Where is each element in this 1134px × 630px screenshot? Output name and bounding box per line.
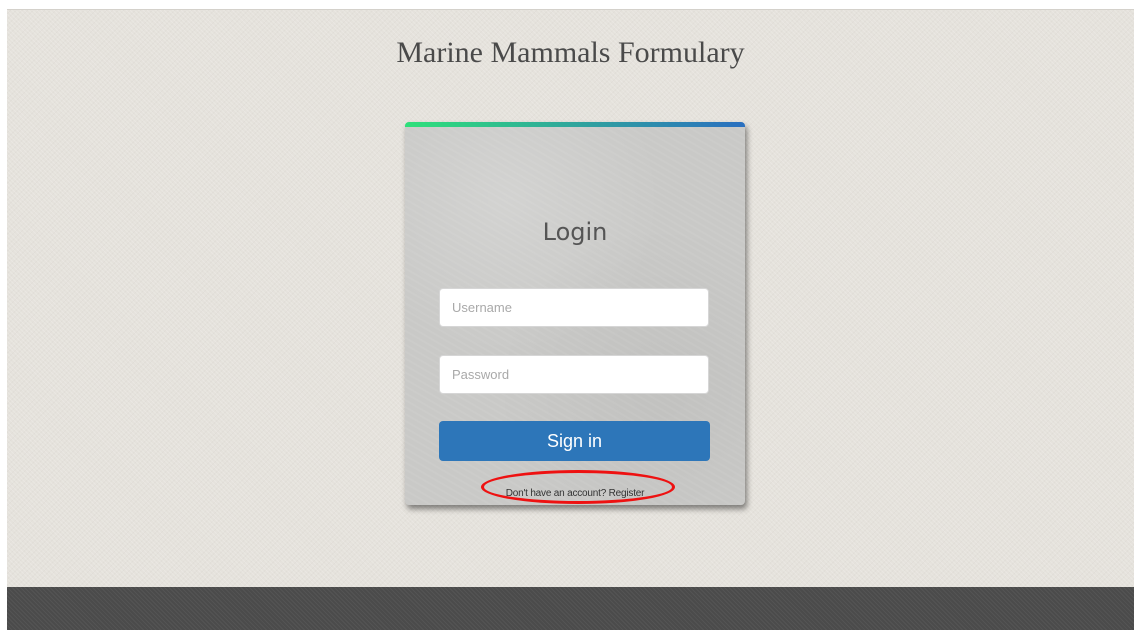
footer-bar (7, 587, 1134, 630)
register-link[interactable]: Don't have an account? Register (405, 488, 745, 499)
page-background: Marine Mammals Formulary Login Sign in D… (7, 9, 1134, 630)
username-input[interactable] (439, 288, 709, 327)
login-card: Login Sign in Don't have an account? Reg… (405, 122, 745, 505)
site-title: Marine Mammals Formulary (396, 36, 745, 69)
password-input[interactable] (439, 355, 709, 394)
login-heading: Login (542, 218, 608, 246)
card-accent-bar (405, 122, 745, 127)
sign-in-button[interactable]: Sign in (439, 421, 710, 461)
